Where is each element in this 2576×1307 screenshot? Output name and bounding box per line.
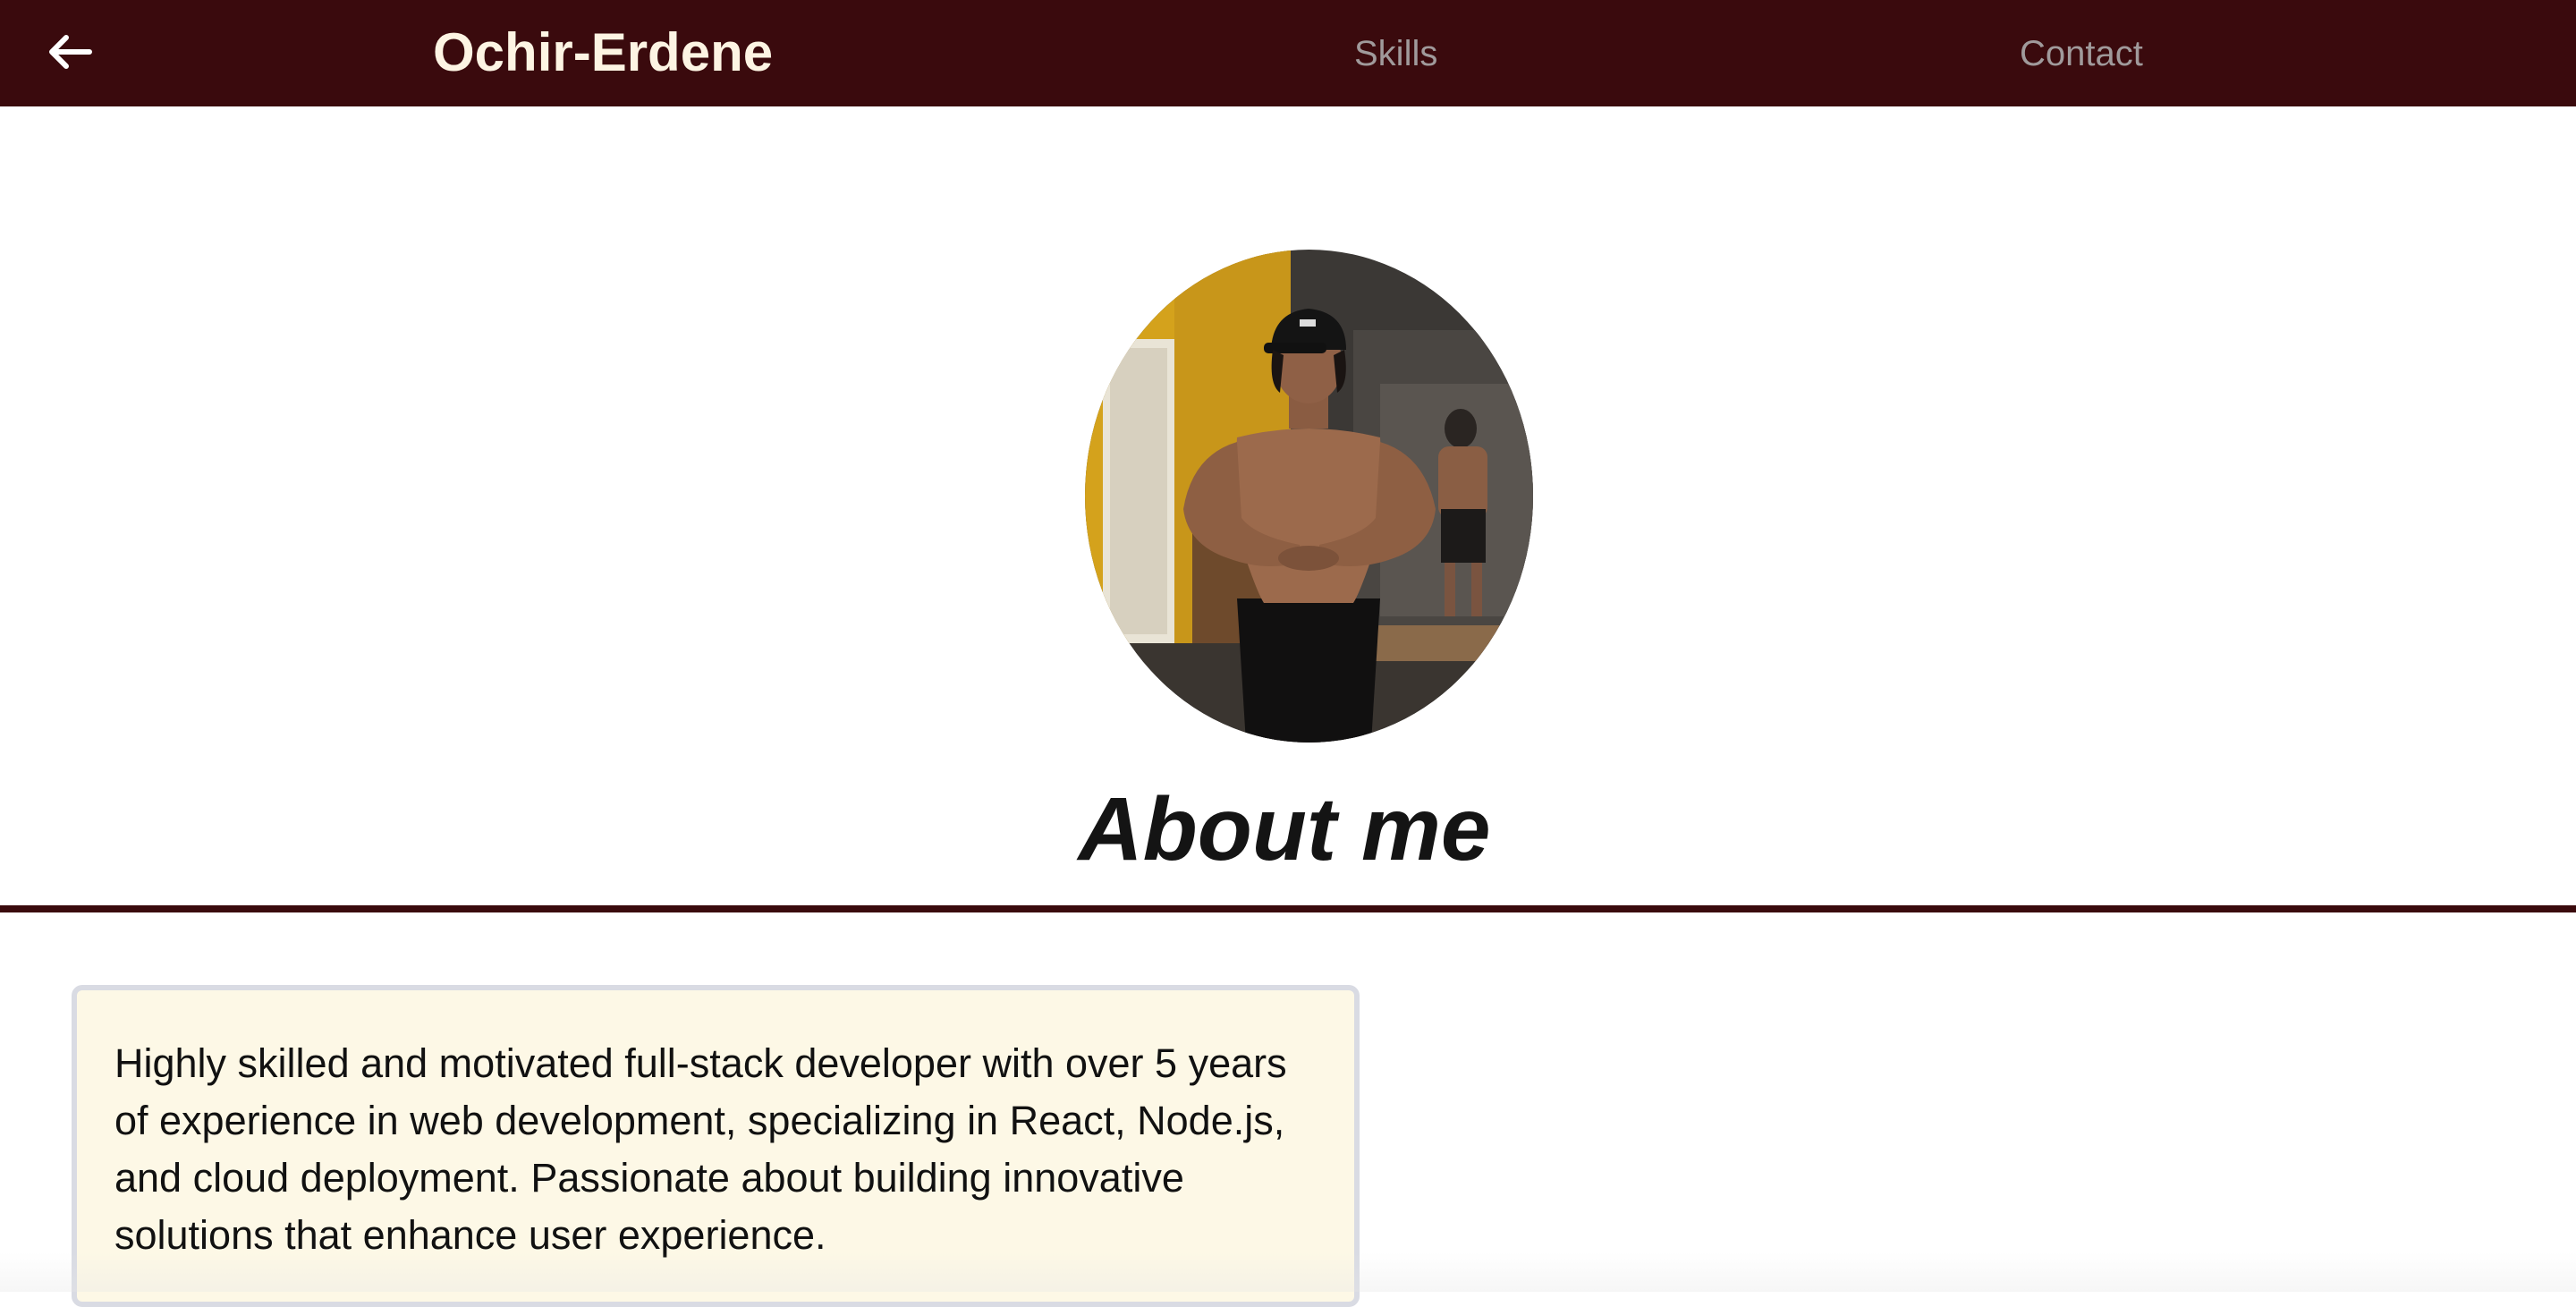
bio-text: Highly skilled and motivated full-stack … [114, 1040, 1287, 1258]
profile-photo [1085, 250, 1533, 743]
top-navbar: Ochir-Erdene Skills Contact [0, 0, 2576, 106]
back-button[interactable] [45, 27, 95, 77]
nav-link-skills[interactable]: Skills [1354, 34, 1437, 73]
arrow-left-icon [49, 35, 92, 69]
bio-card: Highly skilled and motivated full-stack … [72, 985, 1360, 1307]
site-brand[interactable]: Ochir-Erdene [433, 23, 773, 82]
nav-link-contact[interactable]: Contact [2020, 34, 2143, 73]
about-heading: About me [1078, 779, 1491, 879]
section-divider [0, 905, 2576, 912]
